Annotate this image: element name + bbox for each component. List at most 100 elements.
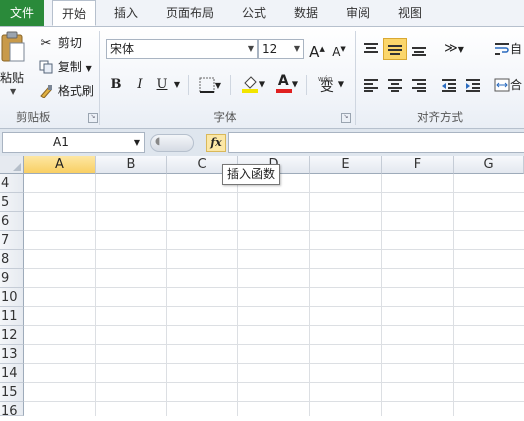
tab-view[interactable]: 视图 xyxy=(388,0,432,26)
formula-input[interactable] xyxy=(228,132,524,153)
row-header[interactable]: 15 xyxy=(0,383,24,402)
fill-color-button[interactable]: ▼ xyxy=(238,73,268,93)
tab-home[interactable]: 开始 xyxy=(52,0,96,26)
divider xyxy=(306,75,307,95)
shrink-font-button[interactable]: A▼ xyxy=(330,39,348,59)
align-right-button[interactable] xyxy=(408,75,430,95)
align-middle-button[interactable] xyxy=(383,38,407,60)
row-header[interactable]: 10 xyxy=(0,288,24,307)
grow-font-button[interactable]: A▲ xyxy=(308,39,326,61)
decrease-indent-button[interactable] xyxy=(438,75,460,95)
border-icon xyxy=(199,77,215,93)
align-center-button[interactable] xyxy=(384,75,406,95)
tab-insert[interactable]: 插入 xyxy=(104,0,148,26)
copy-label: 复制 xyxy=(57,60,82,74)
column-header[interactable]: E xyxy=(310,156,382,174)
gridline xyxy=(24,401,524,402)
gridline xyxy=(24,192,524,193)
phonetic-button[interactable]: wén 变 ▼ xyxy=(314,71,348,95)
align-right-icon xyxy=(412,78,426,92)
row-header[interactable]: 9 xyxy=(0,269,24,288)
wrap-text-label: 自 xyxy=(510,42,523,56)
font-size-value: 12 xyxy=(262,42,278,56)
paste-icon xyxy=(1,31,25,62)
underline-button[interactable]: U xyxy=(154,75,170,95)
font-dialog-launcher[interactable]: ↘ xyxy=(341,113,351,123)
row-header[interactable]: 13 xyxy=(0,345,24,364)
orientation-button[interactable]: ≫▼ xyxy=(440,39,468,59)
font-group-label: 字体 xyxy=(213,110,237,124)
paste-dropdown-arrow[interactable]: ▼ xyxy=(10,87,16,96)
gridline xyxy=(24,363,524,364)
column-header[interactable]: A xyxy=(24,156,96,174)
font-color-button[interactable]: A ▼ xyxy=(272,73,302,93)
format-painter-icon xyxy=(38,84,54,100)
merge-label: 合 xyxy=(510,78,523,92)
clipboard-group-label: 剪贴板 xyxy=(16,110,51,124)
format-painter-label: 格式刷 xyxy=(57,84,94,98)
font-name-combo[interactable]: 宋体 ▼ xyxy=(106,39,258,59)
align-bottom-button[interactable] xyxy=(408,39,430,59)
insert-function-tooltip: 插入函数 xyxy=(222,164,281,185)
merge-center-button[interactable]: 合 xyxy=(494,75,522,95)
font-name-value: 宋体 xyxy=(110,42,135,56)
column-header[interactable]: G xyxy=(454,156,524,174)
gridline xyxy=(24,230,524,231)
merge-icon xyxy=(494,78,510,94)
ribbon: 粘贴 ▼ ✂ 剪切 复制 ▼ 格式刷 剪贴板 ↘ 宋体 ▼ 12 ▼ A▲ A▼… xyxy=(0,27,524,129)
align-left-icon xyxy=(364,78,378,92)
chevron-down-icon: ▼ xyxy=(293,44,300,53)
row-header[interactable]: 7 xyxy=(0,231,24,250)
alignment-group-label: 对齐方式 xyxy=(417,110,463,124)
align-top-icon xyxy=(364,42,378,53)
row-header[interactable]: 8 xyxy=(0,250,24,269)
align-top-button[interactable] xyxy=(360,39,382,59)
select-all-button[interactable] xyxy=(0,156,24,174)
align-middle-icon xyxy=(388,44,402,55)
row-header[interactable]: 16 xyxy=(0,402,24,419)
increase-indent-icon xyxy=(466,78,480,92)
cut-button[interactable]: ✂ 剪切 xyxy=(38,33,82,53)
clipboard-dialog-launcher[interactable]: ↘ xyxy=(88,113,98,123)
row-header[interactable]: 14 xyxy=(0,364,24,383)
row-header[interactable]: 11 xyxy=(0,307,24,326)
italic-button[interactable]: I xyxy=(132,75,148,95)
paste-button[interactable]: 粘贴 ▼ xyxy=(0,29,30,105)
gridline xyxy=(24,287,524,288)
insert-function-button[interactable]: fx xyxy=(206,134,226,152)
divider xyxy=(230,75,231,95)
divider xyxy=(188,75,189,95)
copy-dropdown-arrow[interactable]: ▼ xyxy=(86,64,92,73)
gridline xyxy=(24,325,524,326)
formula-bar: A1 ▼ ◖ fx xyxy=(0,129,524,157)
underline-dropdown[interactable]: ▼ xyxy=(172,75,182,95)
wrap-text-button[interactable]: 自 xyxy=(494,39,522,59)
row-header[interactable]: 5 xyxy=(0,193,24,212)
copy-button[interactable]: 复制 ▼ xyxy=(38,57,92,77)
align-left-button[interactable] xyxy=(360,75,382,95)
name-box[interactable]: A1 ▼ xyxy=(2,132,145,153)
gridline xyxy=(24,344,524,345)
tab-formulas[interactable]: 公式 xyxy=(232,0,276,26)
font-size-combo[interactable]: 12 ▼ xyxy=(258,39,304,59)
row-header[interactable]: 12 xyxy=(0,326,24,345)
column-header[interactable]: F xyxy=(382,156,454,174)
increase-indent-button[interactable] xyxy=(462,75,484,95)
bold-button[interactable]: B xyxy=(108,75,124,95)
cut-label: 剪切 xyxy=(57,36,82,50)
formula-bar-splitter[interactable]: ◖ xyxy=(150,134,194,152)
gridline xyxy=(24,211,524,212)
row-header[interactable]: 4 xyxy=(0,174,24,193)
phonetic-icon: wén 变 xyxy=(317,75,334,95)
grow-font-label: A xyxy=(309,43,320,61)
insert-function-icon: fx xyxy=(210,136,222,149)
tab-file[interactable]: 文件 xyxy=(0,0,44,26)
tab-review[interactable]: 审阅 xyxy=(336,0,380,26)
tab-data[interactable]: 数据 xyxy=(284,0,328,26)
column-header[interactable]: B xyxy=(96,156,167,174)
format-painter-button[interactable]: 格式刷 xyxy=(38,81,94,101)
tab-page-layout[interactable]: 页面布局 xyxy=(158,0,222,26)
row-header[interactable]: 6 xyxy=(0,212,24,231)
border-button[interactable]: ▼ xyxy=(196,75,224,95)
name-box-value: A1 xyxy=(53,135,69,149)
